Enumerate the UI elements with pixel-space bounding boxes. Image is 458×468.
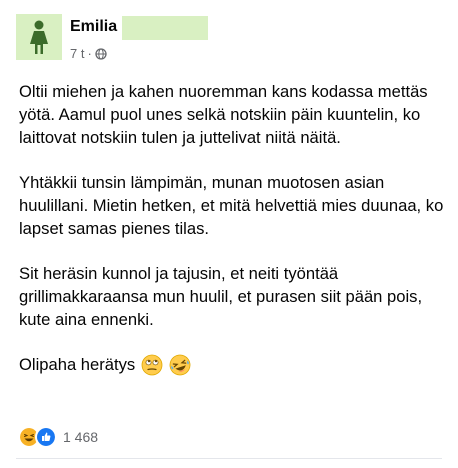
redacted-surname	[122, 16, 208, 40]
meta-separator: ·	[87, 46, 92, 61]
post-paragraph: Yhtäkkii tunsin lämpimän, munan muotosen…	[19, 173, 444, 238]
avatar[interactable]	[16, 14, 62, 60]
post-paragraph: Oltii miehen ja kahen nuoremman kans kod…	[19, 82, 428, 147]
divider	[16, 458, 442, 459]
laughing-emoji	[169, 354, 191, 375]
post-closing-text: Olipaha herätys	[19, 355, 136, 374]
post-body: Oltii miehen ja kahen nuoremman kans kod…	[19, 80, 449, 376]
like-reaction-icon	[35, 426, 57, 448]
post-closing-line: Olipaha herätys	[19, 353, 449, 376]
reaction-count[interactable]: 1 468	[63, 429, 98, 445]
author-name[interactable]: Emilia	[70, 18, 117, 36]
post-meta: 7 t ·	[70, 46, 107, 61]
eye-roll-emoji	[141, 354, 163, 375]
person-silhouette-icon	[30, 20, 48, 54]
reactions-bar[interactable]: 1 468	[18, 426, 98, 448]
post-time[interactable]: 7 t	[70, 46, 84, 61]
post-paragraph: Sit heräsin kunnol ja tajusin, et neiti …	[19, 264, 423, 329]
globe-icon[interactable]	[95, 47, 107, 60]
